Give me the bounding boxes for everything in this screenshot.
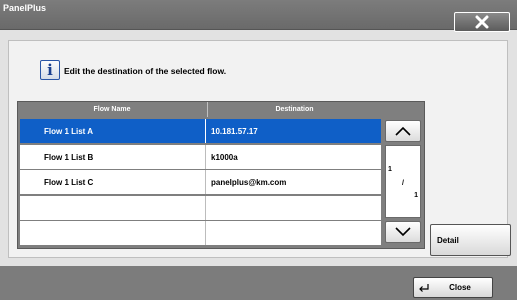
column-header-destination: Destination	[207, 102, 381, 117]
table-row[interactable]: Flow 1 List C panelplus@km.com	[20, 170, 381, 194]
detail-button[interactable]: Detail	[430, 224, 511, 256]
table-row[interactable]: Flow 1 List B k1000a	[20, 145, 381, 169]
flow-name-cell: Flow 1 List C	[20, 170, 206, 194]
chevron-up-icon	[395, 126, 411, 136]
flow-list: Flow Name Destination Flow 1 List A 10.1…	[17, 101, 425, 249]
close-button-label: Close	[449, 283, 471, 292]
page-indicator: 1 / 1	[385, 145, 421, 218]
flow-name-cell	[20, 221, 206, 245]
table-row[interactable]	[20, 221, 381, 245]
destination-cell: 10.181.57.17	[211, 126, 258, 136]
chevron-down-icon	[395, 227, 411, 237]
page-total: 1	[414, 192, 418, 199]
window-title: PanelPlus	[3, 3, 47, 13]
close-button[interactable]: Close	[413, 277, 493, 298]
flow-name-cell: Flow 1 List A	[20, 119, 206, 143]
destination-cell: k1000a	[211, 152, 238, 162]
title-bar: PanelPlus	[0, 0, 517, 30]
pager-column: 1 / 1	[383, 117, 423, 248]
window-close-button[interactable]	[454, 12, 510, 32]
info-message: Edit the destination of the selected flo…	[64, 66, 227, 76]
destination-cell	[206, 221, 381, 245]
info-icon: i	[40, 60, 60, 80]
page-separator: /	[402, 180, 404, 187]
flow-name-cell: Flow 1 List B	[20, 145, 206, 169]
scroll-down-button[interactable]	[385, 221, 421, 243]
destination-cell: panelplus@km.com	[211, 177, 287, 187]
scroll-up-button[interactable]	[385, 120, 421, 142]
flow-name-cell	[20, 196, 206, 220]
table-row[interactable]	[20, 196, 381, 220]
enter-arrow-icon	[414, 283, 434, 293]
column-header-flow-name: Flow Name	[93, 106, 131, 113]
table-row[interactable]: Flow 1 List A 10.181.57.17	[20, 119, 381, 143]
page-current: 1	[388, 166, 392, 173]
destination-cell	[206, 196, 381, 220]
close-x-icon	[475, 15, 489, 29]
